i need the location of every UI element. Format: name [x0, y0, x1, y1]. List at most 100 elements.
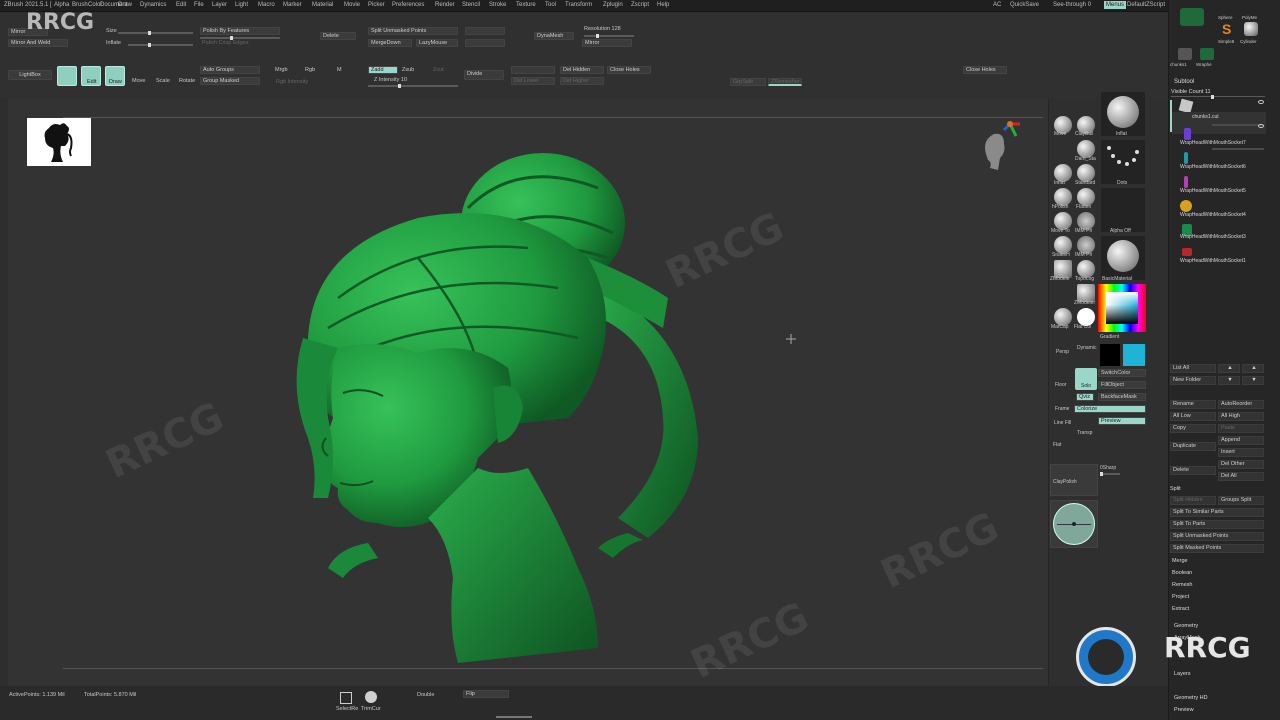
divide-button[interactable]: Divide	[464, 70, 504, 80]
del-other-button[interactable]: Del Other	[1218, 460, 1264, 469]
floor-label[interactable]: Floor	[1055, 382, 1066, 388]
menu-movie[interactable]: Movie	[344, 2, 360, 8]
polish-features-slider[interactable]	[200, 36, 280, 40]
grpsplit-button[interactable]: GrpSplit	[730, 78, 766, 86]
mirror-weld-button[interactable]: Mirror And Weld	[8, 39, 68, 47]
transp-label[interactable]: Transp	[1077, 430, 1092, 436]
move-down2-button[interactable]: ▼	[1242, 376, 1264, 385]
menu-light[interactable]: Light	[235, 2, 248, 8]
claypolish-dial[interactable]	[1050, 500, 1098, 548]
see-through-slider[interactable]: See-through 0	[1053, 2, 1091, 8]
preview-button[interactable]: Preview	[1098, 417, 1146, 425]
menu-draw[interactable]: Draw	[118, 2, 132, 8]
split-parts-button[interactable]: Split To Parts	[1170, 520, 1264, 529]
auto-groups-button[interactable]: Auto Groups	[200, 66, 260, 74]
tool-thumb-wrap-icon[interactable]	[1200, 48, 1214, 60]
flat-label[interactable]: Flat	[1053, 442, 1061, 448]
zadd-button[interactable]: Zadd	[368, 66, 398, 74]
split-masked-points-button[interactable]: Split Masked Points	[1170, 544, 1264, 553]
menu-alpha[interactable]: Alpha	[54, 2, 69, 8]
trim-curve-icon[interactable]	[365, 691, 377, 703]
menu-marker[interactable]: Marker	[283, 2, 302, 8]
menu-render[interactable]: Render	[435, 2, 455, 8]
zcut-toggle[interactable]: Zcut	[433, 67, 444, 73]
visibility-eye-icon[interactable]	[1258, 100, 1264, 104]
del-higher-button[interactable]: Del Higher	[560, 77, 604, 85]
mrgb-toggle[interactable]: Mrgb	[275, 67, 288, 73]
menu-transform[interactable]: Transform	[565, 2, 592, 8]
ac-label[interactable]: AC	[993, 2, 1001, 8]
dynamic-label[interactable]: Dynamic	[1077, 345, 1096, 351]
fill-object-button[interactable]: FillObject	[1098, 381, 1146, 389]
move-up-button[interactable]: ▲	[1218, 364, 1240, 373]
split-section-header[interactable]: Split	[1170, 486, 1181, 492]
draw-mode-button[interactable]: Edit	[81, 66, 101, 86]
auto-reorder-button[interactable]: AutoReorder	[1218, 400, 1264, 409]
split-similar-button[interactable]: Split To Similar Parts	[1170, 508, 1264, 517]
ssharp-slider[interactable]	[1100, 472, 1120, 476]
lightbox-button[interactable]: LightBox	[8, 70, 52, 80]
colorize-button[interactable]: Colorize	[1074, 405, 1146, 413]
move-down-button[interactable]: ▲	[1242, 364, 1264, 373]
subtool-item[interactable]: WrapHeadWithMouthSocket7	[1172, 124, 1266, 150]
bottom-scroll-indicator[interactable]	[496, 716, 532, 718]
move-up2-button[interactable]: ▼	[1218, 376, 1240, 385]
close-holes-button[interactable]: Close Holes	[607, 66, 651, 74]
shelf-dim-button-2[interactable]	[465, 39, 505, 47]
subtool-item[interactable]: WrapHeadWithMouthSocket4	[1172, 196, 1266, 218]
frame-label[interactable]: Frame	[1055, 406, 1069, 412]
shelf-dim-button-1[interactable]	[465, 27, 505, 35]
navigation-gizmo[interactable]	[974, 118, 1034, 178]
zremesher-button[interactable]: ZRemesher	[768, 78, 802, 86]
rename-button[interactable]: Rename	[1170, 400, 1216, 409]
all-low-button[interactable]: All Low	[1170, 412, 1216, 421]
material-basic-icon[interactable]	[1101, 236, 1145, 280]
tool-thumb-chunks-icon[interactable]	[1178, 48, 1192, 60]
quicksave-button[interactable]: QuickSave	[1010, 2, 1039, 8]
dynamesh-button[interactable]: DynaMesh	[534, 32, 574, 40]
flip-button[interactable]: Flip	[463, 690, 509, 698]
persp-label[interactable]: Persp	[1056, 349, 1069, 355]
qviz-button[interactable]: Qviz	[1076, 393, 1094, 401]
menu-stencil[interactable]: Stencil	[462, 2, 480, 8]
tool-thumb-1[interactable]	[1180, 8, 1204, 26]
duplicate-button[interactable]: Duplicate	[1170, 442, 1216, 451]
double-label[interactable]: Double	[417, 692, 434, 698]
copy-button[interactable]: Copy	[1170, 424, 1216, 433]
merge-down-button[interactable]: MergeDown	[368, 39, 412, 47]
polish-features-button[interactable]: Polish By Features	[200, 27, 280, 35]
secondary-color-swatch[interactable]	[1123, 344, 1145, 366]
inflate-slider[interactable]	[128, 43, 193, 47]
menu-brush[interactable]: Brush	[72, 2, 88, 8]
edit-mode-button[interactable]	[57, 66, 77, 86]
boolean-section[interactable]: Boolean	[1172, 570, 1192, 576]
subtool-header[interactable]: Subtool	[1174, 79, 1194, 85]
move-mode-button[interactable]: Draw	[105, 66, 125, 86]
resolution-slider[interactable]	[584, 34, 634, 38]
menu-stroke[interactable]: Stroke	[489, 2, 506, 8]
del-hidden-button[interactable]: Del Hidden	[560, 66, 604, 74]
alpha-off-icon[interactable]	[1101, 188, 1145, 232]
visible-count-slider[interactable]	[1171, 95, 1265, 99]
paste-button[interactable]: Paste	[1218, 424, 1264, 433]
backface-mask-button[interactable]: BackfaceMask	[1098, 393, 1146, 401]
subtool-item[interactable]: WrapHeadWithMouthSocket3	[1172, 220, 1266, 242]
del-all-button[interactable]: Del All	[1218, 472, 1264, 481]
color-picker[interactable]	[1098, 284, 1146, 332]
geometry-hd-section[interactable]: Geometry HD	[1174, 695, 1208, 701]
move-tool-button[interactable]: Move	[130, 66, 150, 86]
tool-thumb-simple-icon[interactable]: S	[1222, 22, 1236, 36]
menu-tool[interactable]: Tool	[545, 2, 556, 8]
select-rect-icon[interactable]	[340, 692, 352, 704]
delete-subtool-button[interactable]: Delete	[1170, 466, 1216, 475]
scale-tool-button[interactable]: Scale	[154, 66, 174, 86]
menu-dynamics[interactable]: Dynamics	[140, 2, 166, 8]
merge-section[interactable]: Merge	[1172, 558, 1188, 564]
subtool-item[interactable]: WrapHeadWithMouthSocket5	[1172, 172, 1266, 194]
main-color-swatch[interactable]	[1100, 344, 1120, 366]
menu-picker[interactable]: Picker	[368, 2, 385, 8]
menu-texture[interactable]: Texture	[516, 2, 536, 8]
insert-button[interactable]: Insert	[1218, 448, 1264, 457]
menu-layer[interactable]: Layer	[212, 2, 227, 8]
menu-preferences[interactable]: Preferences	[392, 2, 424, 8]
